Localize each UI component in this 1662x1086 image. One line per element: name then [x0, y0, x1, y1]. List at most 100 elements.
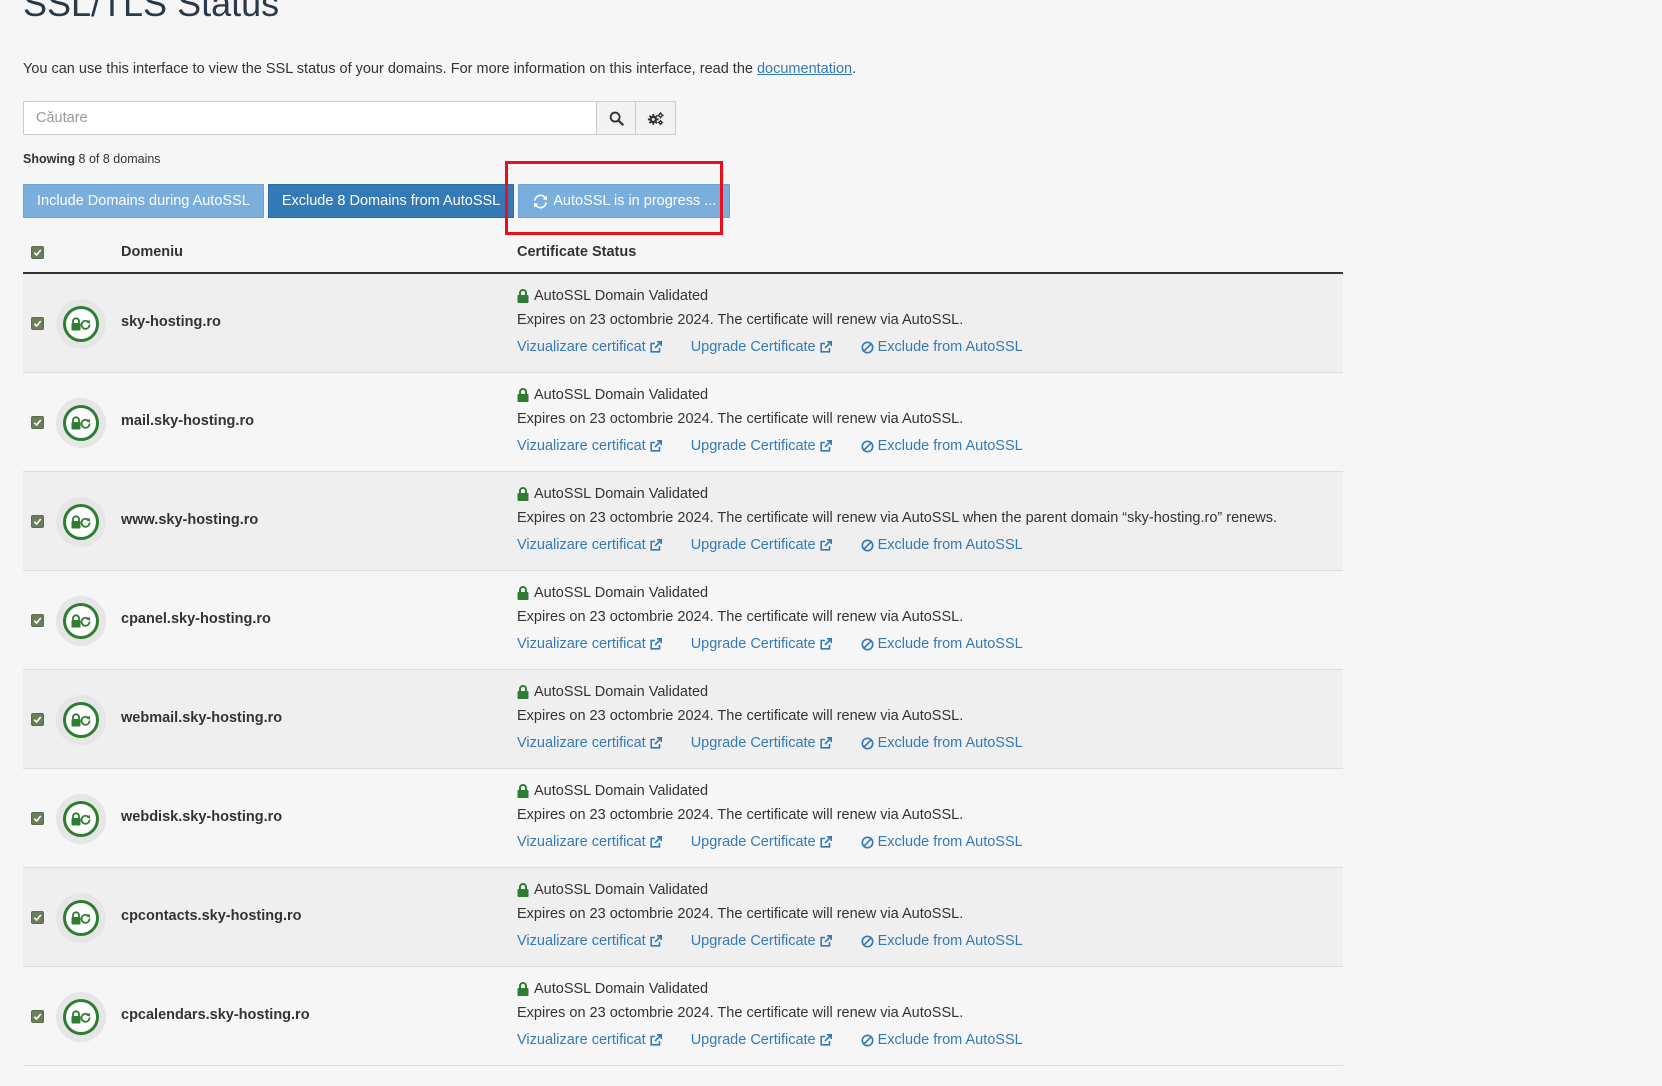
certificate-status: AutoSSL Domain Validated Expires on 23 o… — [517, 286, 1023, 357]
ban-icon — [861, 934, 874, 948]
upgrade-certificate-link[interactable]: Upgrade Certificate — [691, 438, 832, 454]
check-icon — [33, 815, 42, 823]
domain-name: cpcalendars.sky-hosting.ro — [121, 1007, 310, 1023]
lock-icon — [517, 289, 529, 303]
column-header-status[interactable]: Certificate Status — [517, 244, 636, 260]
lock-icon — [517, 982, 529, 996]
external-link-icon — [650, 440, 662, 452]
domain-name: cpcontacts.sky-hosting.ro — [121, 908, 302, 924]
exclude-from-autossl-link[interactable]: Exclude from AutoSSL — [861, 735, 1023, 751]
ssl-lock-badge-icon — [71, 317, 91, 331]
exclude-from-autossl-link[interactable]: Exclude from AutoSSL — [861, 933, 1023, 949]
row-checkbox[interactable] — [31, 515, 44, 528]
row-checkbox[interactable] — [31, 713, 44, 726]
showing-label: Showing — [23, 152, 76, 166]
table-row: cpanel.sky-hosting.ro AutoSSL Domain Val… — [23, 571, 1343, 670]
refresh-icon — [534, 194, 548, 208]
exclude-from-autossl-link[interactable]: Exclude from AutoSSL — [861, 636, 1023, 652]
exclude-from-autossl-link[interactable]: Exclude from AutoSSL — [861, 1032, 1023, 1048]
select-all-checkbox[interactable] — [31, 246, 44, 259]
upgrade-certificate-label: Upgrade Certificate — [690, 636, 816, 652]
row-checkbox[interactable] — [31, 317, 44, 330]
exclude-from-autossl-label: Exclude from AutoSSL — [877, 735, 1023, 751]
view-certificate-label: Vizualizare certificat — [517, 1032, 646, 1048]
autossl-progress-button[interactable]: AutoSSL is in progress ... — [518, 184, 731, 218]
domain-name: www.sky-hosting.ro — [121, 512, 259, 528]
column-header-domain[interactable]: Domeniu — [121, 244, 183, 260]
view-certificate-link[interactable]: Vizualizare certificat — [517, 339, 662, 355]
showing-text: 8 of 8 domains — [75, 152, 161, 166]
view-certificate-link[interactable]: Vizualizare certificat — [517, 537, 662, 553]
ban-icon — [861, 637, 874, 651]
upgrade-certificate-link[interactable]: Upgrade Certificate — [691, 1032, 832, 1048]
row-checkbox[interactable] — [31, 812, 44, 825]
exclude-domains-button[interactable]: Exclude 8 Domains from AutoSSL — [267, 184, 515, 218]
settings-button[interactable] — [636, 101, 676, 135]
view-certificate-link[interactable]: Vizualizare certificat — [517, 636, 662, 652]
exclude-from-autossl-link[interactable]: Exclude from AutoSSL — [861, 339, 1023, 355]
upgrade-certificate-link[interactable]: Upgrade Certificate — [691, 636, 832, 652]
table-row: mail.sky-hosting.ro AutoSSL Domain Valid… — [23, 373, 1343, 472]
external-link-icon — [820, 440, 832, 452]
certificate-status: AutoSSL Domain Validated Expires on 23 o… — [517, 979, 1023, 1050]
view-certificate-link[interactable]: Vizualizare certificat — [517, 1032, 662, 1048]
exclude-from-autossl-link[interactable]: Exclude from AutoSSL — [861, 438, 1023, 454]
intro-text: You can use this interface to view the S… — [23, 61, 856, 77]
upgrade-certificate-label: Upgrade Certificate — [690, 834, 816, 850]
autossl-progress-label: AutoSSL is in progress ... — [553, 193, 717, 209]
view-certificate-link[interactable]: Vizualizare certificat — [517, 735, 662, 751]
view-certificate-label: Vizualizare certificat — [517, 339, 646, 355]
search-button[interactable] — [596, 101, 636, 135]
showing-count: Showing 8 of 8 domains — [23, 152, 161, 166]
lock-icon — [517, 883, 529, 897]
external-link-icon — [820, 737, 832, 749]
view-certificate-link[interactable]: Vizualizare certificat — [517, 834, 662, 850]
external-link-icon — [820, 539, 832, 551]
table-body: sky-hosting.ro AutoSSL Domain Validated … — [23, 274, 1343, 1066]
table-header: Domeniu Certificate Status — [23, 236, 1343, 274]
check-icon — [33, 320, 42, 328]
lock-icon — [517, 784, 529, 798]
upgrade-certificate-link[interactable]: Upgrade Certificate — [691, 933, 832, 949]
view-certificate-label: Vizualizare certificat — [517, 735, 646, 751]
row-checkbox[interactable] — [31, 911, 44, 924]
row-checkbox[interactable] — [31, 1010, 44, 1023]
domain-name: mail.sky-hosting.ro — [121, 413, 254, 429]
lock-icon — [517, 388, 529, 402]
expiry-text: Expires on 23 octombrie 2024. The certif… — [517, 906, 964, 922]
domain-name: webmail.sky-hosting.ro — [121, 710, 283, 726]
expiry-text: Expires on 23 octombrie 2024. The certif… — [517, 807, 964, 823]
row-checkbox[interactable] — [31, 614, 44, 627]
include-domains-button[interactable]: Include Domains during AutoSSL — [23, 184, 264, 218]
upgrade-certificate-label: Upgrade Certificate — [690, 735, 816, 751]
check-icon — [33, 914, 42, 922]
lock-icon — [517, 586, 529, 600]
view-certificate-label: Vizualizare certificat — [517, 537, 646, 553]
expiry-text: Expires on 23 octombrie 2024. The certif… — [517, 609, 964, 625]
page-title: SSL/TLS Status — [23, 0, 280, 24]
status-text: AutoSSL Domain Validated — [534, 783, 709, 799]
status-text: AutoSSL Domain Validated — [534, 585, 709, 601]
status-text: AutoSSL Domain Validated — [534, 486, 709, 502]
upgrade-certificate-link[interactable]: Upgrade Certificate — [691, 834, 832, 850]
view-certificate-link[interactable]: Vizualizare certificat — [517, 933, 662, 949]
search-input[interactable] — [23, 101, 596, 135]
exclude-from-autossl-label: Exclude from AutoSSL — [877, 438, 1023, 454]
check-icon — [33, 716, 42, 724]
external-link-icon — [820, 341, 832, 353]
exclude-from-autossl-label: Exclude from AutoSSL — [877, 636, 1023, 652]
view-certificate-link[interactable]: Vizualizare certificat — [517, 438, 662, 454]
upgrade-certificate-link[interactable]: Upgrade Certificate — [691, 339, 832, 355]
upgrade-certificate-link[interactable]: Upgrade Certificate — [691, 537, 832, 553]
row-checkbox[interactable] — [31, 416, 44, 429]
check-icon — [33, 1013, 42, 1021]
exclude-from-autossl-label: Exclude from AutoSSL — [877, 537, 1023, 553]
upgrade-certificate-link[interactable]: Upgrade Certificate — [691, 735, 832, 751]
table-row: cpcontacts.sky-hosting.ro AutoSSL Domain… — [23, 868, 1343, 967]
documentation-link[interactable]: documentation — [757, 61, 852, 77]
expiry-text: Expires on 23 octombrie 2024. The certif… — [517, 708, 964, 724]
exclude-from-autossl-link[interactable]: Exclude from AutoSSL — [861, 537, 1023, 553]
domain-name: sky-hosting.ro — [121, 314, 221, 330]
view-certificate-label: Vizualizare certificat — [517, 933, 646, 949]
exclude-from-autossl-link[interactable]: Exclude from AutoSSL — [861, 834, 1023, 850]
